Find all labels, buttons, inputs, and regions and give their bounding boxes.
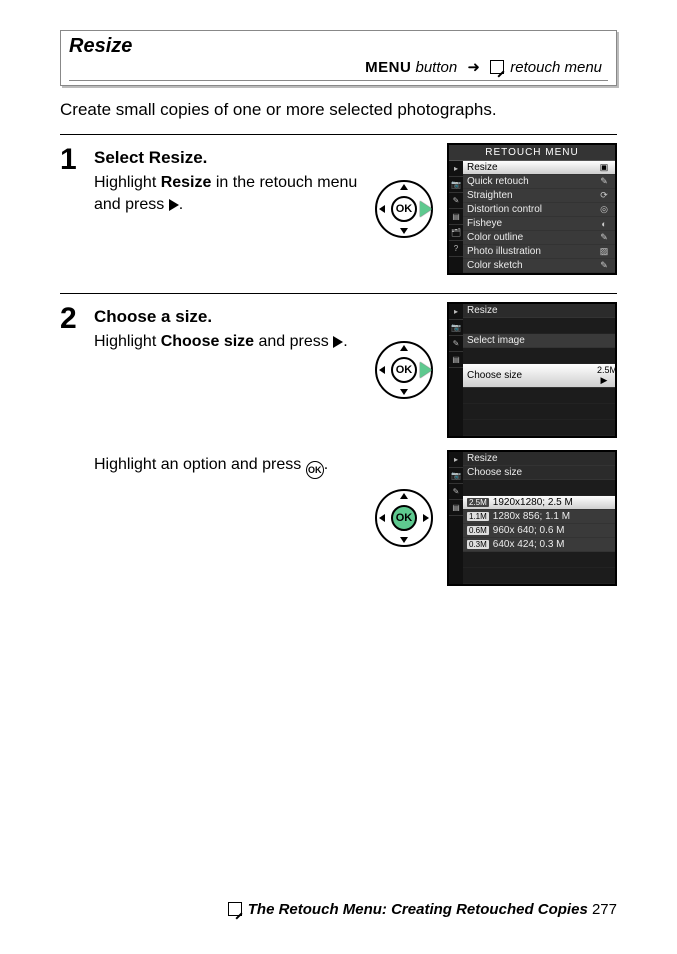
tab-icon: ✎ (449, 193, 463, 209)
page-number: 277 (592, 901, 617, 918)
intro-text: Create small copies of one or more selec… (60, 100, 617, 120)
camera-screen-resize: ▸📷✎▤ Resize Select image Choose size2.5M… (447, 302, 617, 438)
right-triangle-icon (333, 336, 343, 348)
step-title: Select Resize. (94, 147, 361, 170)
menu-row: Color outline✎ (463, 231, 615, 245)
blank-row (463, 388, 615, 404)
tab-icon: ▤ (449, 352, 463, 368)
menu-row: Quick retouch✎ (463, 175, 615, 189)
arrow-icon: ➜ (467, 59, 480, 76)
row-choose-size: Choose size2.5M ▶ (463, 364, 615, 388)
screen-subtitle: Resize (463, 452, 615, 466)
screen-tabs: ▸📷✎▤ (449, 304, 463, 436)
ok-button-icon: OK (306, 461, 324, 479)
footer-section: The Retouch Menu: Creating Retouched Cop… (248, 901, 588, 918)
tab-icon: ▸ (449, 452, 463, 468)
tab-icon: ✎ (449, 484, 463, 500)
size-row: 0.3M 640x 424; 0.3 M (463, 538, 615, 552)
footer: The Retouch Menu: Creating Retouched Cop… (228, 901, 617, 918)
screen-tabs: ▸📷✎▤ (449, 452, 463, 584)
menu-row: Photo illustration▨ (463, 245, 615, 259)
step-1: 1 Select Resize. Highlight Resize in the… (60, 135, 617, 294)
multi-selector-icon: OK (369, 174, 439, 244)
text-bold: Resize (161, 174, 212, 191)
text-bold: Choose size (161, 333, 254, 350)
step-number: 2 (60, 302, 88, 592)
text: . (343, 333, 347, 350)
size-row: 1.1M1280x 856; 1.1 M (463, 510, 615, 524)
ok-button-icon: OK (391, 196, 417, 222)
retouch-icon (228, 902, 242, 916)
tab-icon: 📷 (449, 468, 463, 484)
text: . (179, 196, 183, 213)
ok-button-icon: OK (391, 357, 417, 383)
screen-header: RETOUCH MENU (449, 145, 615, 161)
steps: 1 Select Resize. Highlight Resize in the… (60, 134, 617, 604)
blank-row (463, 318, 615, 334)
step-2: 2 Choose a size. Highlight Choose size a… (60, 294, 617, 604)
menu-button-label: MENU (365, 59, 411, 76)
tab-icon: ▤ (449, 209, 463, 225)
size-row: 2.5M1920x1280; 2.5 M (463, 496, 615, 510)
screen-subtitle2: Choose size (463, 466, 615, 480)
text: Highlight (94, 333, 161, 350)
screen-tabs: ▸ 📷 ✎ ▤ 🗂 ? (449, 161, 463, 273)
retouch-icon (490, 60, 504, 74)
tab-icon: 📷 (449, 177, 463, 193)
menu-row: Straighten⟳ (463, 189, 615, 203)
tab-icon: ▤ (449, 500, 463, 516)
blank-row (463, 552, 615, 568)
menu-path: MENU button ➜ retouch menu (69, 58, 608, 81)
multi-selector-icon: OK (369, 483, 439, 553)
ok-button-icon: OK (391, 505, 417, 531)
menu-row: Color sketch✎ (463, 259, 615, 273)
page-title: Resize (69, 35, 608, 58)
tab-icon: 🗂 (449, 225, 463, 241)
camera-screen-choose-size: ▸📷✎▤ Resize Choose size 2.5M1920x1280; 2… (447, 450, 617, 586)
title-box: Resize MENU button ➜ retouch menu (60, 30, 617, 86)
tab-icon: ▸ (449, 161, 463, 177)
button-word: button (411, 59, 457, 76)
text: . (324, 456, 328, 473)
right-triangle-icon (169, 199, 179, 211)
camera-screen-retouch-menu: RETOUCH MENU ▸ 📷 ✎ ▤ 🗂 ? (447, 143, 617, 275)
tab-icon: ✎ (449, 336, 463, 352)
tab-icon: 📷 (449, 320, 463, 336)
blank-row (463, 480, 615, 496)
blank-row (463, 404, 615, 420)
blank-row (463, 568, 615, 584)
menu-row: Resize▣ (463, 161, 615, 175)
text: Highlight an option and press (94, 456, 306, 473)
multi-selector-icon: OK (369, 335, 439, 405)
menu-row: Fisheye◐ (463, 217, 615, 231)
menu-row: Distortion control◎ (463, 203, 615, 217)
size-row: 0.6M 960x 640; 0.6 M (463, 524, 615, 538)
step-title: Choose a size. (94, 306, 361, 329)
retouch-menu-label: retouch menu (506, 59, 602, 76)
tab-icon: ? (449, 241, 463, 257)
tab-icon: ▸ (449, 304, 463, 320)
blank-row (463, 420, 615, 436)
blank-row (463, 348, 615, 364)
screen-subtitle: Resize (463, 304, 615, 318)
text: Highlight (94, 174, 161, 191)
step-number: 1 (60, 143, 88, 281)
row-select-image: Select image (463, 334, 615, 348)
text: and press (254, 333, 333, 350)
